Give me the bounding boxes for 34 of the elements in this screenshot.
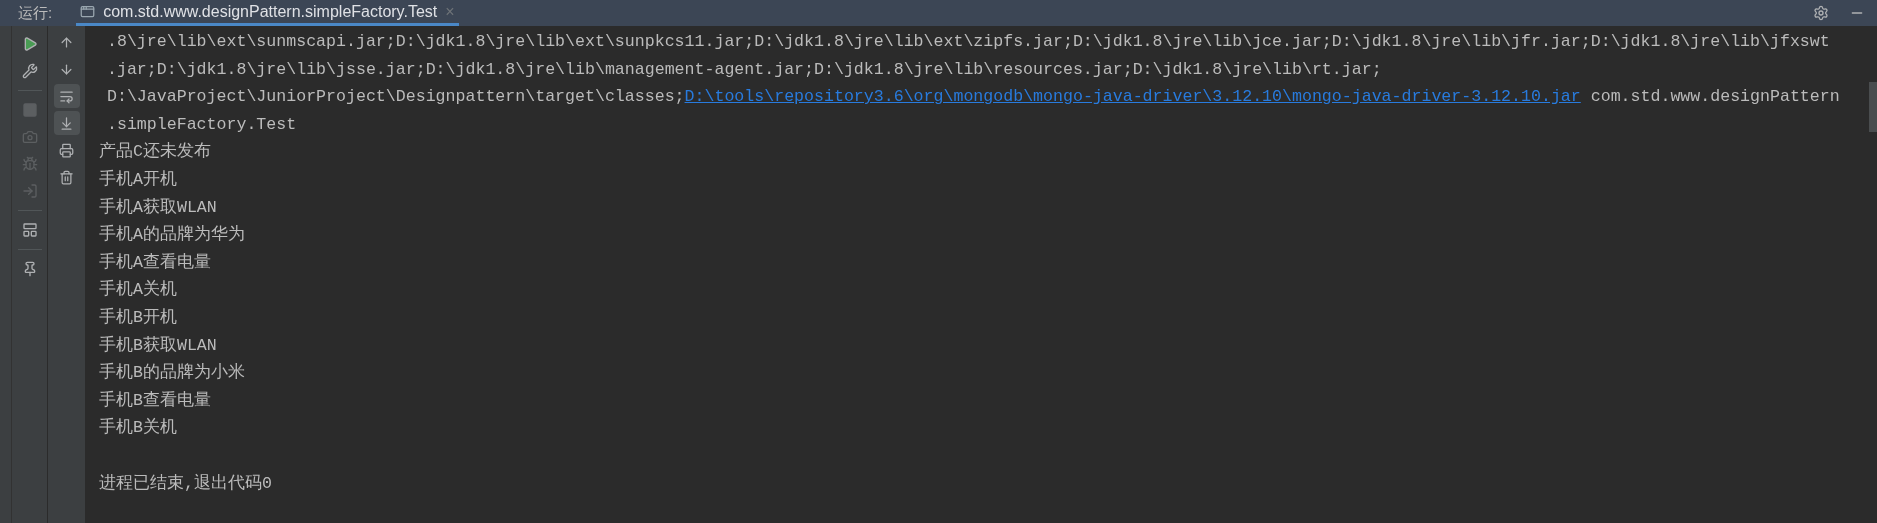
console-text: D:\JavaProject\JuniorProject\Designpattern\target\classes; — [107, 87, 685, 107]
console-text: .jar;D:\jdk1.8\jre\lib\jsse.jar;D:\jdk1.8\jre\lib\management-agent.jar;D:\jdk1.8\jre\lib\resources.jar;D:\jdk1.8\jre\lib\rt.jar; — [107, 59, 1382, 79]
console-text: 产品C还未发布 — [99, 142, 211, 162]
wrench-icon[interactable] — [21, 63, 38, 79]
trash-icon — [59, 169, 74, 185]
scroll-to-end-button[interactable] — [53, 111, 80, 135]
console-text: 手机A获取WLAN — [99, 197, 217, 217]
run-label: 运行: — [18, 2, 53, 23]
down-arrow-icon — [59, 61, 74, 77]
layout-icon[interactable] — [21, 222, 38, 238]
printer-icon — [59, 142, 74, 158]
window-icon — [80, 4, 96, 19]
close-tab-button[interactable]: × — [445, 0, 455, 24]
console-text: 手机A查看电量 — [99, 252, 211, 272]
console-text: 手机B开机 — [99, 307, 177, 327]
console-text: 手机A关机 — [99, 280, 177, 300]
console-text: .8\jre\lib\ext\sunmscapi.jar;D:\jdk1.8\jre\lib\ext\sunpkcs11.jar;D:\jdk1.8\jre\lib\ext\zipfs.jar;D:\jdk1.8\jre\lib\jce.jar;D:\jdk1.8\jre\lib\jfr.jar;D:\jdk1.8\jre\lib\jfxswt — [107, 32, 1830, 51]
console-text: 手机A的品牌为华为 — [99, 225, 245, 245]
console-text: 手机B获取WLAN — [99, 335, 217, 355]
console-text: 进程已结束,退出代码0 — [99, 473, 272, 493]
console-text: 手机B的品牌为小米 — [99, 363, 245, 383]
console-text: 手机B查看电量 — [99, 390, 211, 410]
jar-link[interactable]: D:\tools\repository3.6\org\mongodb\mongo-java-driver\3.12.10\mongo-java-driver-3.12.10.jar — [684, 87, 1581, 107]
console-text: 手机B关机 — [99, 418, 177, 438]
scroll-to-end-icon — [59, 115, 74, 131]
tab-title: com.std.www.designPattern.simpleFactory.Test — [103, 1, 438, 22]
console-text: .simpleFactory.Test — [107, 114, 297, 134]
scrollbar-thumb[interactable] — [1869, 82, 1877, 132]
console-text: 手机A开机 — [99, 169, 177, 189]
wrap-button[interactable] — [53, 84, 80, 108]
settings-icon[interactable] — [1813, 5, 1829, 21]
wrap-icon — [59, 88, 74, 104]
console-text: com.std.www.designPattern — [1589, 87, 1840, 107]
up-arrow-icon — [59, 34, 74, 50]
